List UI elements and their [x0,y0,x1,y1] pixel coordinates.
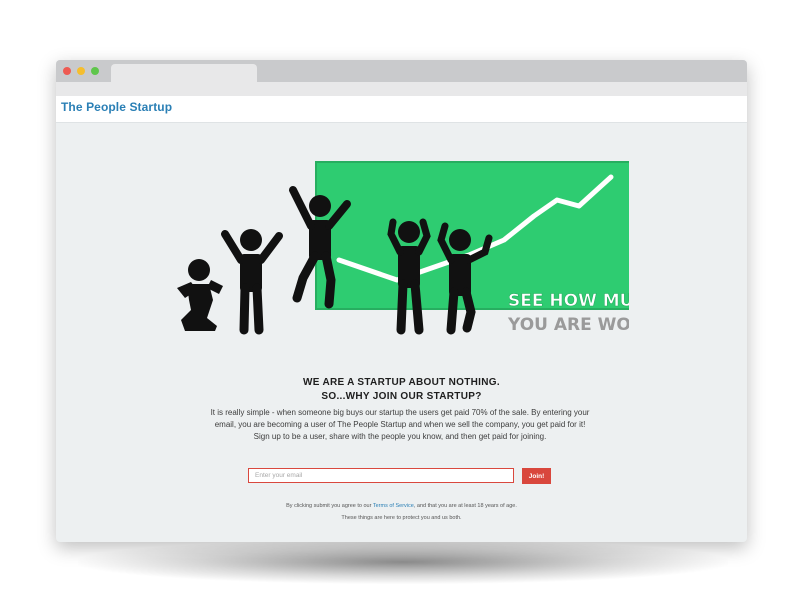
terms-notice: By clicking submit you agree to our Term… [56,503,747,509]
terms-of-service-link[interactable]: Terms of Service [373,503,414,509]
intro-paragraph: It is really simple - when someone big b… [210,408,590,441]
email-input[interactable] [248,468,514,483]
hero-you-are-worth-text: YOU ARE WORTH! [507,315,629,335]
browser-toolbar [56,82,747,96]
stick-figure-cheering-1 [221,229,283,335]
brand-logo-link[interactable]: The People Startup [61,100,172,114]
headline-why-join: SO...WHY JOIN OUR STARTUP? [321,391,482,402]
terms-suffix: , and that you are at least 18 years of … [413,503,517,509]
browser-tab[interactable] [111,64,257,84]
terms-prefix: By clicking submit you agree to our [286,503,373,509]
hero-see-how-much-text: SEE HOW MUCH $ [508,291,629,311]
window-shadow [78,540,728,584]
minimize-window-button[interactable] [77,67,85,75]
close-window-button[interactable] [63,67,71,75]
maximize-window-button[interactable] [91,67,99,75]
browser-window: The People Startup SEE HOW MU YOU ARE WO… [56,60,747,542]
stick-figure-sad [177,259,223,331]
site-navbar: The People Startup [56,96,747,123]
hero-illustration: SEE HOW MUCH $ YOU ARE WORTH! [177,161,629,335]
growth-chart-panel [315,161,629,310]
protection-notice: These things are here to protect you and… [341,515,462,521]
headline-startup-about-nothing: WE ARE A STARTUP ABOUT NOTHING. [303,377,500,388]
join-button[interactable]: Join! [522,468,551,484]
